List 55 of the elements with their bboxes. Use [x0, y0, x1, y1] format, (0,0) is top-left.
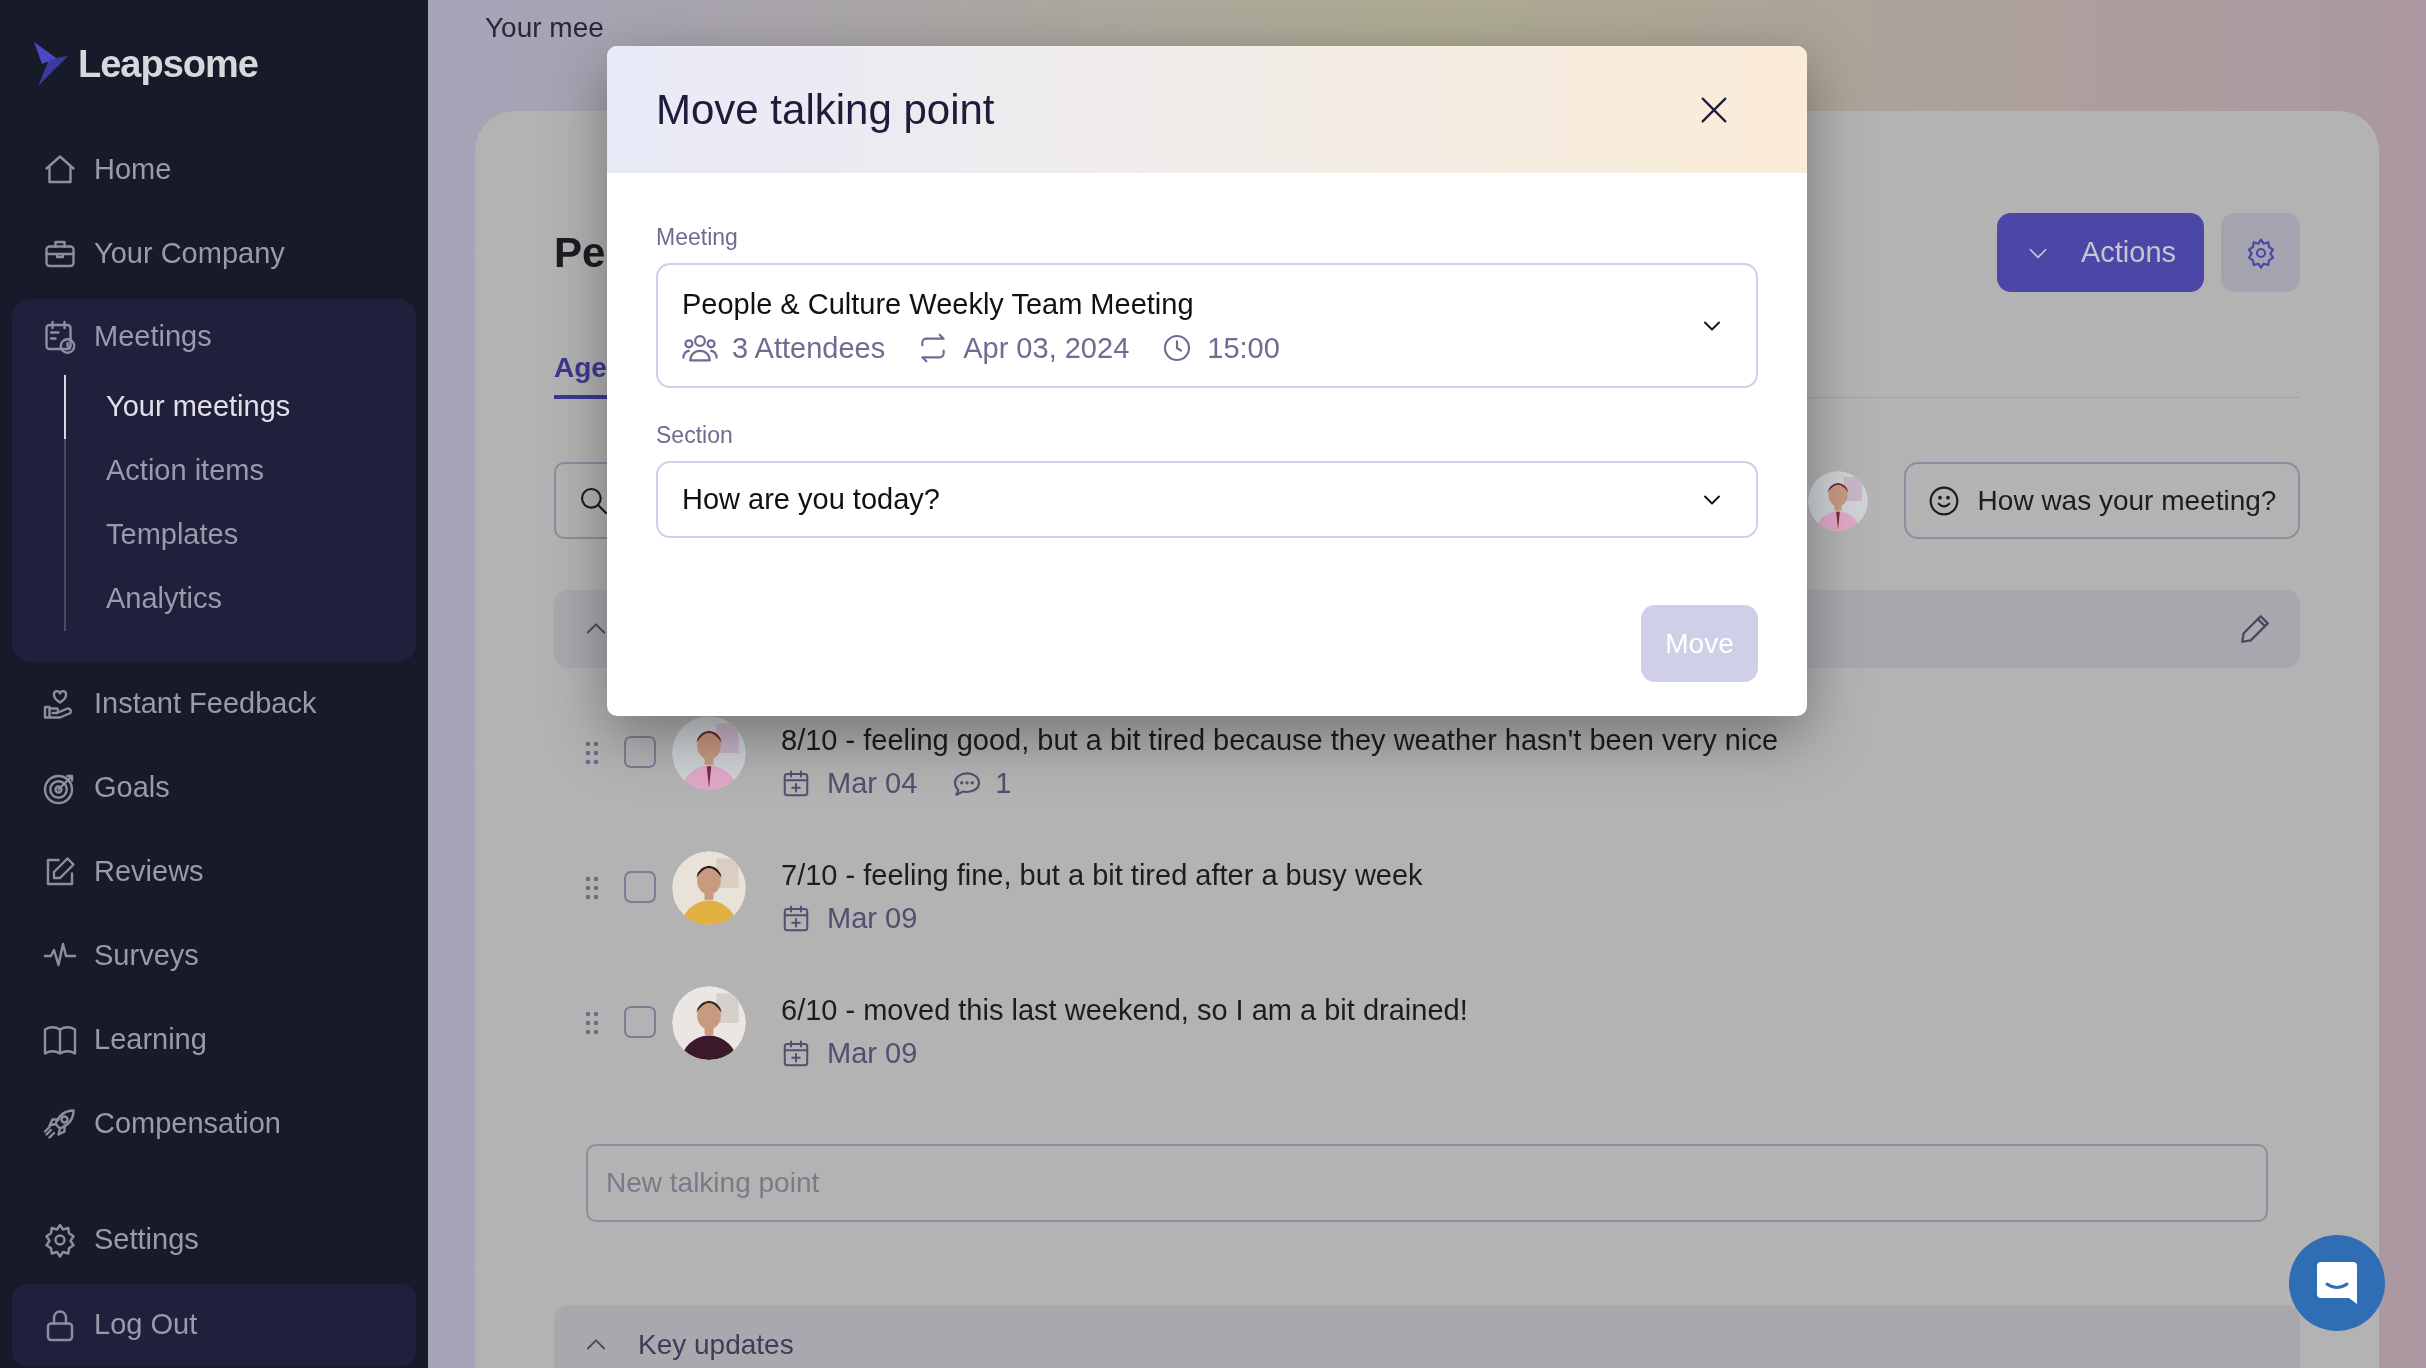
- subnav-item[interactable]: Analytics: [64, 567, 416, 631]
- nav-item[interactable]: Goals: [12, 746, 416, 830]
- checkbox[interactable]: [624, 736, 656, 768]
- subnav-item[interactable]: Your meetings: [64, 375, 416, 439]
- subnav-item[interactable]: Action items: [64, 439, 416, 503]
- field-label: Meeting: [656, 223, 739, 251]
- selected-value: How are you today?: [682, 481, 941, 517]
- date-text: Mar 04: [827, 766, 918, 802]
- nav-item[interactable]: Meetings: [12, 299, 416, 375]
- smiley-icon: [1927, 484, 1960, 517]
- talking-point-text: 7/10 - feeling fine, but a bit tired after a busy week: [781, 858, 1423, 893]
- new-talking-point-field[interactable]: New talking point: [586, 1144, 2268, 1222]
- field-label: Section: [656, 421, 734, 449]
- checkbox[interactable]: [624, 871, 656, 903]
- calendar-plus-icon: [781, 1039, 811, 1069]
- section-header[interactable]: Key updates: [554, 1305, 2300, 1368]
- calendar-plus-icon: [781, 769, 811, 799]
- calendar-clock-icon: [42, 319, 78, 355]
- settings-button[interactable]: [2221, 213, 2300, 292]
- nav-item[interactable]: Learning: [12, 998, 416, 1082]
- selected-value: People & Culture Weekly Team Meeting: [682, 286, 1195, 322]
- page-title: Pe: [554, 231, 606, 274]
- nav-item[interactable]: Your Company: [12, 212, 416, 296]
- nav-item[interactable]: Reviews: [12, 830, 416, 914]
- checkbox[interactable]: [624, 1006, 656, 1038]
- subnav-item[interactable]: Templates: [64, 503, 416, 567]
- comment-count: 1: [995, 766, 1012, 802]
- date-text: Apr 03, 2024: [963, 330, 1130, 366]
- nav-item[interactable]: Instant Feedback: [12, 662, 416, 746]
- actions-button[interactable]: Actions: [1997, 213, 2204, 292]
- dialog-title: Move talking point: [656, 85, 996, 135]
- nav-item[interactable]: Log Out: [12, 1284, 416, 1366]
- breadcrumb-link[interactable]: Your mee: [485, 12, 604, 44]
- talking-point-text: 6/10 - moved this last weekend, so I am a bit drained!: [781, 993, 1468, 1028]
- nav-item[interactable]: Home: [12, 128, 416, 212]
- select-field[interactable]: People & Culture Weekly Team Meeting 3 Attendees Apr 03, 2024 15:00: [656, 263, 1758, 388]
- feedback-button[interactable]: How was your meeting?: [1904, 462, 2300, 539]
- chat-icon: [2315, 1260, 2359, 1306]
- nav-item[interactable]: Surveys: [12, 914, 416, 998]
- date-text: Mar 09: [827, 1036, 918, 1072]
- time-text: 15:00: [1207, 330, 1280, 366]
- rocket-icon: [42, 1106, 78, 1142]
- drag-handle-icon: [584, 740, 600, 766]
- pencil-icon: [2238, 612, 2272, 646]
- calendar-plus-icon: [781, 904, 811, 934]
- talking-point-text: 8/10 - feeling good, but a bit tired because they weather hasn't been very nice: [781, 723, 1779, 758]
- attendees-text: 3 Attendees: [732, 330, 886, 366]
- logo-text: Leapsome: [78, 41, 258, 87]
- drag-handle-icon: [584, 1010, 600, 1036]
- select-field[interactable]: How are you today?: [656, 461, 1758, 538]
- date-text: Mar 09: [827, 901, 918, 937]
- settings-icon: [42, 1222, 78, 1258]
- drag-handle-icon: [584, 875, 600, 901]
- nav-item[interactable]: Compensation: [12, 1082, 416, 1166]
- nav-item[interactable]: Settings: [12, 1198, 416, 1282]
